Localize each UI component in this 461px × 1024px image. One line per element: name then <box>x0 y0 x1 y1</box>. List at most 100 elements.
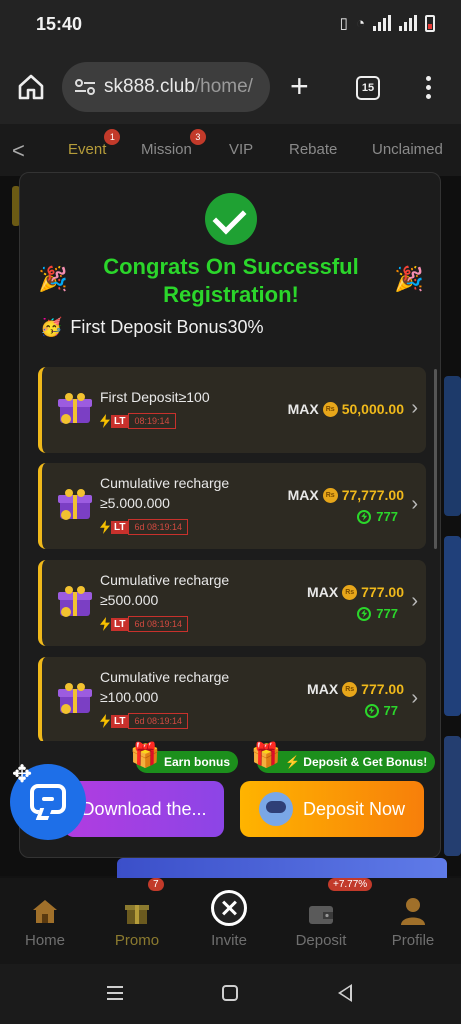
lt-label: LT <box>111 714 129 728</box>
nav-label: Home <box>24 932 65 949</box>
party-face-icon: 🥳 <box>40 317 63 337</box>
gift-icon <box>125 905 149 924</box>
home-icon[interactable] <box>16 72 46 102</box>
rupee-coin-icon: Rs <box>322 401 338 417</box>
deposit-now-button[interactable]: Deposit Now <box>240 781 424 837</box>
bonus-bolt-icon <box>364 703 379 718</box>
lt-label: LT <box>111 520 129 534</box>
max-amount: MAX Rs 50,000.00 <box>288 401 404 417</box>
limited-time-timer: LT 6d 08:19:14 <box>100 713 189 729</box>
chevron-right-icon[interactable]: › <box>411 590 418 613</box>
deposit-bonus-text: ⚡ Deposit & Get Bonus! <box>285 755 428 769</box>
user-icon <box>401 898 425 925</box>
chevron-right-icon[interactable]: › <box>411 397 418 420</box>
download-app-button[interactable]: Download the... <box>64 781 224 837</box>
nav-label: Invite <box>211 932 247 949</box>
address-bar[interactable]: sk888.club/home/ <box>62 62 270 112</box>
wallet-icon <box>309 906 333 924</box>
max-value: 50,000.00 <box>341 401 404 417</box>
max-amount: MAX Rs 777.00 <box>307 584 404 600</box>
tab-switcher-button[interactable]: 15 <box>356 76 380 100</box>
bonus-name: Cumulative recharge <box>100 475 230 491</box>
background-banner <box>444 536 461 716</box>
bonus-reward: 777 <box>357 606 398 621</box>
wifi-icon: ◔ <box>355 14 365 32</box>
dialog-subtitle: 🥳 First Deposit Bonus30% <box>40 317 264 338</box>
bonus-name: Cumulative recharge <box>100 572 230 588</box>
bonus-item[interactable]: First Deposit≥100 LT 08:19:14 MAX Rs 50,… <box>38 367 426 453</box>
limited-time-timer: LT 08:19:14 <box>100 413 176 429</box>
nav-badge: 7 <box>148 878 164 891</box>
bonus-bolt-icon <box>357 606 372 621</box>
url-host: sk888.club <box>104 76 195 97</box>
lt-label: LT <box>111 617 129 631</box>
close-circle-icon <box>211 890 247 926</box>
promo-banner[interactable] <box>117 858 447 878</box>
bonus-threshold: ≥500.000 <box>100 592 159 608</box>
bonus-item[interactable]: Cumulative recharge ≥500.000 LT 6d 08:19… <box>38 560 426 646</box>
tab-label: Unclaimed <box>372 141 443 158</box>
drag-move-icon[interactable]: ✥ <box>12 760 32 789</box>
tab-rebate[interactable]: Rebate <box>289 141 337 158</box>
max-label: MAX <box>287 401 319 417</box>
timer-value: 6d 08:19:14 <box>128 519 189 535</box>
back-triangle-icon[interactable] <box>338 984 352 1002</box>
limited-time-timer: LT 6d 08:19:14 <box>100 519 189 535</box>
status-time: 15:40 <box>36 14 83 34</box>
tab-label: VIP <box>229 141 254 158</box>
bonus-value: 777 <box>376 606 398 621</box>
timer-value: 08:19:14 <box>128 413 176 429</box>
nav-deposit[interactable]: Deposit +7.77% <box>276 878 373 949</box>
max-value: 77,777.00 <box>341 487 404 503</box>
max-label: MAX <box>287 487 319 503</box>
max-value: 777.00 <box>361 681 404 697</box>
bonus-bolt-icon <box>357 509 372 524</box>
bottom-navigation: Home Promo 7 Invite Deposit +7.77% Profi… <box>0 878 461 964</box>
signal-icon-1 <box>373 15 391 31</box>
gift-icon: 🎁 <box>251 742 281 769</box>
nav-label: Deposit <box>295 932 347 949</box>
bonus-value: 77 <box>383 703 398 718</box>
timer-value: 6d 08:19:14 <box>128 713 189 729</box>
nav-badge: +7.77% <box>328 878 373 891</box>
bonus-reward: 77 <box>364 703 398 718</box>
new-tab-button[interactable]: + <box>290 70 309 102</box>
chevron-left-icon[interactable]: < <box>12 138 25 164</box>
tab-vip[interactable]: VIP <box>229 141 253 158</box>
nav-home[interactable]: Home <box>0 878 90 949</box>
rupee-coin-icon: Rs <box>342 681 358 697</box>
registration-success-dialog: 🎉 🎉 Congrats On Successful Registration!… <box>19 172 441 858</box>
tab-event[interactable]: Event 1 <box>68 129 121 158</box>
site-settings-icon[interactable] <box>74 78 96 96</box>
deposit-button-label: Deposit Now <box>302 798 406 819</box>
url-path: /home/ <box>194 76 253 97</box>
bonus-threshold: ≥100.000 <box>100 689 159 705</box>
deposit-bonus-tag: 🎁 ⚡ Deposit & Get Bonus! <box>251 744 436 773</box>
chevron-right-icon[interactable]: › <box>411 493 418 516</box>
home-square-icon[interactable] <box>222 985 238 1001</box>
tab-mission[interactable]: Mission 3 <box>141 129 206 158</box>
tab-label: Mission <box>141 141 192 158</box>
browser-menu-icon[interactable] <box>426 76 432 103</box>
house-icon <box>33 900 57 923</box>
max-value: 777.00 <box>361 584 404 600</box>
dialog-title: Congrats On Successful Registration! <box>103 254 359 307</box>
robot-mascot-icon <box>258 792 293 826</box>
signal-icon-2 <box>399 15 417 31</box>
system-navigation-bar <box>0 964 461 1024</box>
nav-promo[interactable]: Promo 7 <box>92 878 182 949</box>
bonus-item[interactable]: Cumulative recharge ≥5.000.000 LT 6d 08:… <box>38 463 426 549</box>
rupee-coin-icon: Rs <box>322 487 338 503</box>
nav-profile[interactable]: Profile <box>368 878 458 949</box>
list-scrollbar[interactable] <box>434 369 437 549</box>
bonus-item[interactable]: Cumulative recharge ≥100.000 LT 6d 08:19… <box>38 657 426 741</box>
tab-label: Event <box>68 141 107 158</box>
bonus-reward: 777 <box>357 509 398 524</box>
chevron-right-icon[interactable]: › <box>411 687 418 710</box>
status-bar: 15:40 ▯ ◔ <box>0 0 461 52</box>
recent-apps-icon[interactable] <box>107 986 123 1004</box>
tab-unclaimed[interactable]: Unclaimed 1 <box>372 141 449 197</box>
nav-invite[interactable]: Invite <box>184 878 274 949</box>
bonus-list[interactable]: First Deposit≥100 LT 08:19:14 MAX Rs 50,… <box>38 367 430 741</box>
tab-badge: 3 <box>189 129 206 145</box>
